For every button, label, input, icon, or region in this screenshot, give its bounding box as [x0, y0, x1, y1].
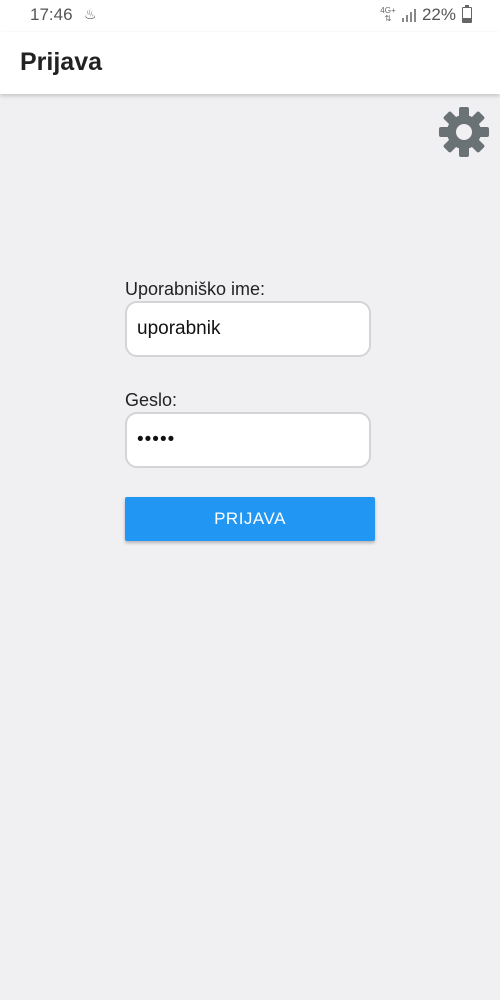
battery-percent: 22% — [421, 5, 456, 24]
login-button[interactable]: PRIJAVA — [125, 497, 375, 541]
password-field-box — [125, 412, 371, 468]
status-bar: 17:46 ♨ 4G+ ⇅ 22% — [0, 0, 500, 32]
network-icon: 4G+ ⇅ — [380, 6, 396, 23]
username-label: Uporabniško ime: — [125, 279, 266, 299]
password-field[interactable] — [137, 414, 357, 466]
battery-icon — [462, 5, 472, 23]
gear-icon — [439, 107, 489, 157]
page-title: Prijava — [20, 48, 103, 76]
notification-icon: ♨ — [84, 6, 97, 22]
username-field-box — [125, 301, 371, 357]
status-indicators: 4G+ ⇅ 22% — [380, 5, 472, 25]
password-label: Geslo: — [125, 390, 178, 410]
signal-icon — [401, 8, 416, 22]
network-label: 4G+ — [380, 6, 396, 15]
app-bar: Prijava — [0, 32, 500, 94]
username-field[interactable] — [137, 303, 357, 355]
status-time: 17:46 — [30, 5, 73, 24]
settings-button[interactable] — [437, 105, 491, 159]
